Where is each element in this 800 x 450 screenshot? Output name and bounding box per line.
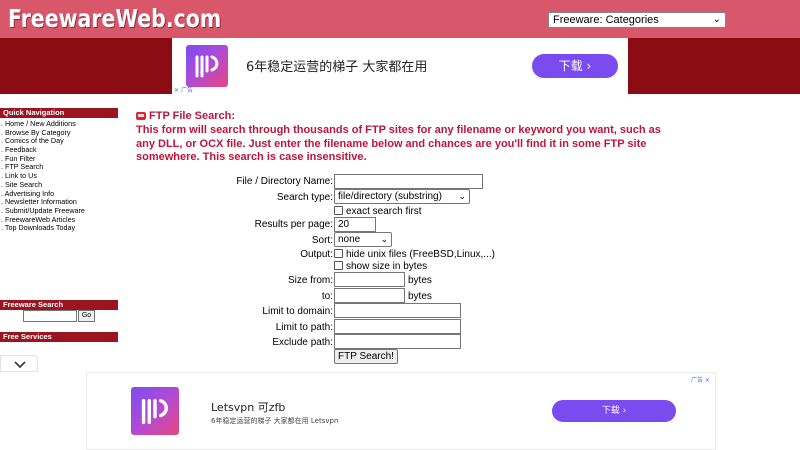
sort-value: none [338,234,361,245]
show-size-checkbox[interactable] [334,261,343,270]
file-name-label: File / Directory Name: [236,176,333,187]
page-title: FTP File Search: [136,110,235,122]
go-button[interactable]: Go [78,310,95,322]
hide-unix-checkbox[interactable] [334,249,343,258]
show-size-label: show size in bytes [346,261,428,272]
bottom-ad-tag: 广告 [691,377,704,384]
category-select[interactable]: Freeware: Categories ⌄ [548,12,726,28]
top-ad-download-label: 下载 [558,59,583,73]
bottom-ad-subtitle: 6年稳定运营的梯子 大家都在用 Letsvpn [211,417,339,425]
file-name-input[interactable] [334,174,483,189]
page-title-text: FTP File Search: [149,110,235,122]
freeware-search-input[interactable] [23,310,77,322]
bottom-ad-title[interactable]: Letsvpn 可zfb [211,399,285,415]
hide-unix-label: hide unix files (FreeBSD,Linux,...) [346,249,495,260]
page: FreewareWeb.com Freeware: Categories ⌄ 6… [0,0,800,450]
search-type-label: Search type: [276,192,333,203]
results-per-page-label: Results per page: [254,219,333,230]
exclude-path-label: Exclude path: [272,337,333,348]
vpn-logo-icon [131,387,179,435]
top-ad-download-button[interactable]: 下载 › [532,54,618,78]
size-from-unit: bytes [408,275,432,286]
ad-choices-icon[interactable]: ✕ 广告 [174,85,193,94]
size-to-input[interactable] [334,288,405,303]
exact-search-label: exact search first [346,206,422,217]
limit-path-label: Limit to path: [275,322,333,333]
top-ad-tag: 广告 [180,87,193,94]
quick-navigation-heading: Quick Navigation [0,108,118,118]
search-type-value: file/directory (substring) [338,191,442,202]
limit-domain-label: Limit to domain: [262,306,333,317]
nav-top-downloads[interactable]: . Top Downloads Today [0,224,118,233]
exclude-path-input[interactable] [334,334,461,349]
free-services-heading: Free Services [0,332,118,342]
sidebar: Quick Navigation . Home / New Additions … [0,94,118,364]
size-to-unit: bytes [408,291,432,302]
vpn-logo-icon [186,45,228,87]
hide-unix-row: hide unix files (FreeBSD,Linux,...) [334,249,495,260]
size-from-input[interactable] [334,272,405,287]
bottom-ad-download-button[interactable]: 下载 › [552,400,676,422]
page-description: This form will search through thousands … [136,124,661,163]
results-per-page-input[interactable]: 20 [334,217,376,232]
chevron-down-icon: ⌄ [380,234,388,244]
chevron-down-icon: ⌄ [458,191,466,201]
exact-search-row: exact search first [334,206,422,217]
limit-domain-input[interactable] [334,303,461,318]
site-logo[interactable]: FreewareWeb.com [8,4,221,33]
ftp-search-button[interactable]: FTP Search! [334,349,398,364]
sort-select[interactable]: none ⌄ [334,232,392,247]
size-to-label: to: [321,291,333,302]
chevron-down-icon: ⌄ [712,14,721,25]
search-type-select[interactable]: file/directory (substring) ⌄ [334,189,470,204]
ad-choices-icon[interactable]: 广告 ✕ [691,375,710,384]
sort-label: Sort: [311,235,333,246]
site-header: FreewareWeb.com Freeware: Categories ⌄ [0,0,800,38]
ftp-icon [136,112,146,120]
show-size-row: show size in bytes [334,261,427,272]
output-label: Output: [300,249,333,260]
collapse-ad-button[interactable] [0,355,38,372]
limit-path-input[interactable] [334,319,461,334]
freeware-search-heading: Freeware Search [0,300,118,310]
quick-navigation-list: . Home / New Additions . Browse By Categ… [0,119,118,233]
exact-search-checkbox[interactable] [334,206,343,215]
size-from-label: Size from: [287,275,333,286]
top-ad-text: 6年稳定运营的梯子 大家都在用 [246,60,428,75]
bottom-ad-download-label: 下载 [601,406,620,416]
top-banner-ad[interactable]: 6年稳定运营的梯子 大家都在用 下载 › ✕ 广告 [172,38,628,94]
chevron-down-icon [14,361,26,369]
bottom-banner-ad[interactable]: Letsvpn 可zfb 6年稳定运营的梯子 大家都在用 Letsvpn 下载 … [86,372,716,450]
category-select-value: Freeware: Categories [553,14,659,26]
